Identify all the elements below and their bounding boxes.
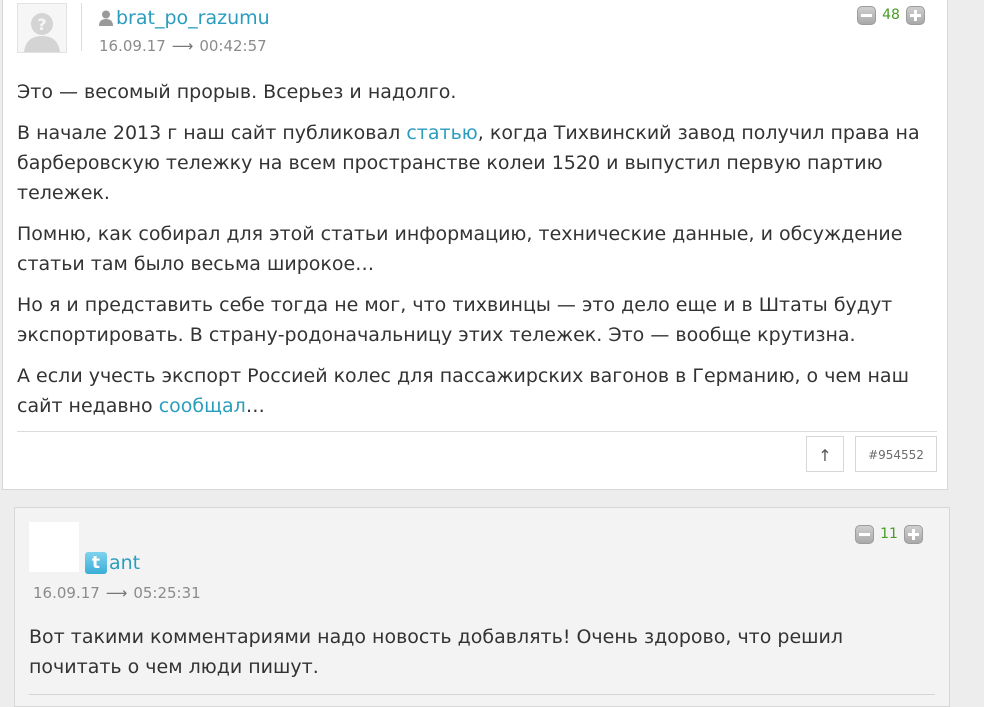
divider (17, 431, 937, 432)
plus-icon[interactable] (906, 5, 925, 25)
author-name[interactable]: brat_po_razumu (116, 7, 270, 29)
article-link[interactable]: статью (406, 122, 477, 144)
paragraph-text: В начале 2013 г наш сайт публиковал (17, 122, 407, 144)
comment-body: Вот такими комментариями надо новость до… (29, 622, 929, 693)
svg-text:?: ? (37, 15, 46, 34)
paragraph-text: … (245, 395, 265, 417)
comment-time: 05:25:31 (133, 584, 201, 602)
twitter-icon: t (85, 552, 107, 574)
comment-paragraph: Это — весомый прорыв. Всерьез и надолго. (17, 81, 457, 103)
paragraph-text: А если учесть экспорт Россией колес для … (17, 365, 909, 417)
avatar[interactable] (29, 522, 79, 572)
comment-paragraph: А если учесть экспорт Россией колес для … (17, 361, 937, 421)
comment-author[interactable]: brat_po_razumu (99, 7, 270, 31)
divider (29, 694, 935, 695)
comment-paragraph: Вот такими комментариями надо новость до… (29, 626, 844, 678)
minus-icon[interactable] (857, 5, 876, 25)
comment-author[interactable]: t ant (85, 552, 140, 574)
news-link[interactable]: сообщал (159, 395, 246, 417)
comment-body: Это — весомый прорыв. Всерьез и надолго.… (17, 77, 937, 432)
comment-date: 16.09.17 (99, 37, 166, 55)
comment-paragraph: Но я и представить себе тогда не мог, чт… (17, 294, 893, 346)
rating-widget: 11 (855, 524, 923, 544)
comment-card: t ant 16.09.17 ⟶ 05:25:31 11 Вот такими ко… (14, 507, 950, 707)
rating-widget: 48 (857, 5, 925, 25)
comment-paragraph: В начале 2013 г наш сайт публиковал стат… (17, 118, 937, 208)
plus-icon[interactable] (904, 524, 923, 544)
arrow-right-icon: ⟶ (171, 37, 194, 55)
minus-icon[interactable] (855, 524, 874, 544)
arrow-right-icon: ⟶ (105, 584, 128, 602)
user-icon (99, 9, 113, 31)
default-avatar-icon[interactable]: ? (17, 3, 67, 53)
comment-timestamp: 16.09.17 ⟶ 00:42:57 (99, 37, 267, 55)
rating-count: 48 (882, 7, 900, 23)
comment-timestamp: 16.09.17 ⟶ 05:25:31 (33, 584, 201, 602)
comment-date: 16.09.17 (33, 584, 100, 602)
comment-card: ? brat_po_razumu 16.09.17 ⟶ 00:42:57 48 Эт… (2, 0, 948, 490)
comment-permalink[interactable]: #954552 (855, 436, 937, 472)
comment-paragraph: Помню, как собирал для этой статьи инфор… (17, 223, 903, 275)
comment-time: 00:42:57 (199, 37, 267, 55)
divider (81, 3, 82, 51)
rating-count: 11 (880, 526, 898, 542)
scroll-up-button[interactable]: ↑ (806, 436, 844, 472)
author-name[interactable]: ant (109, 552, 140, 574)
